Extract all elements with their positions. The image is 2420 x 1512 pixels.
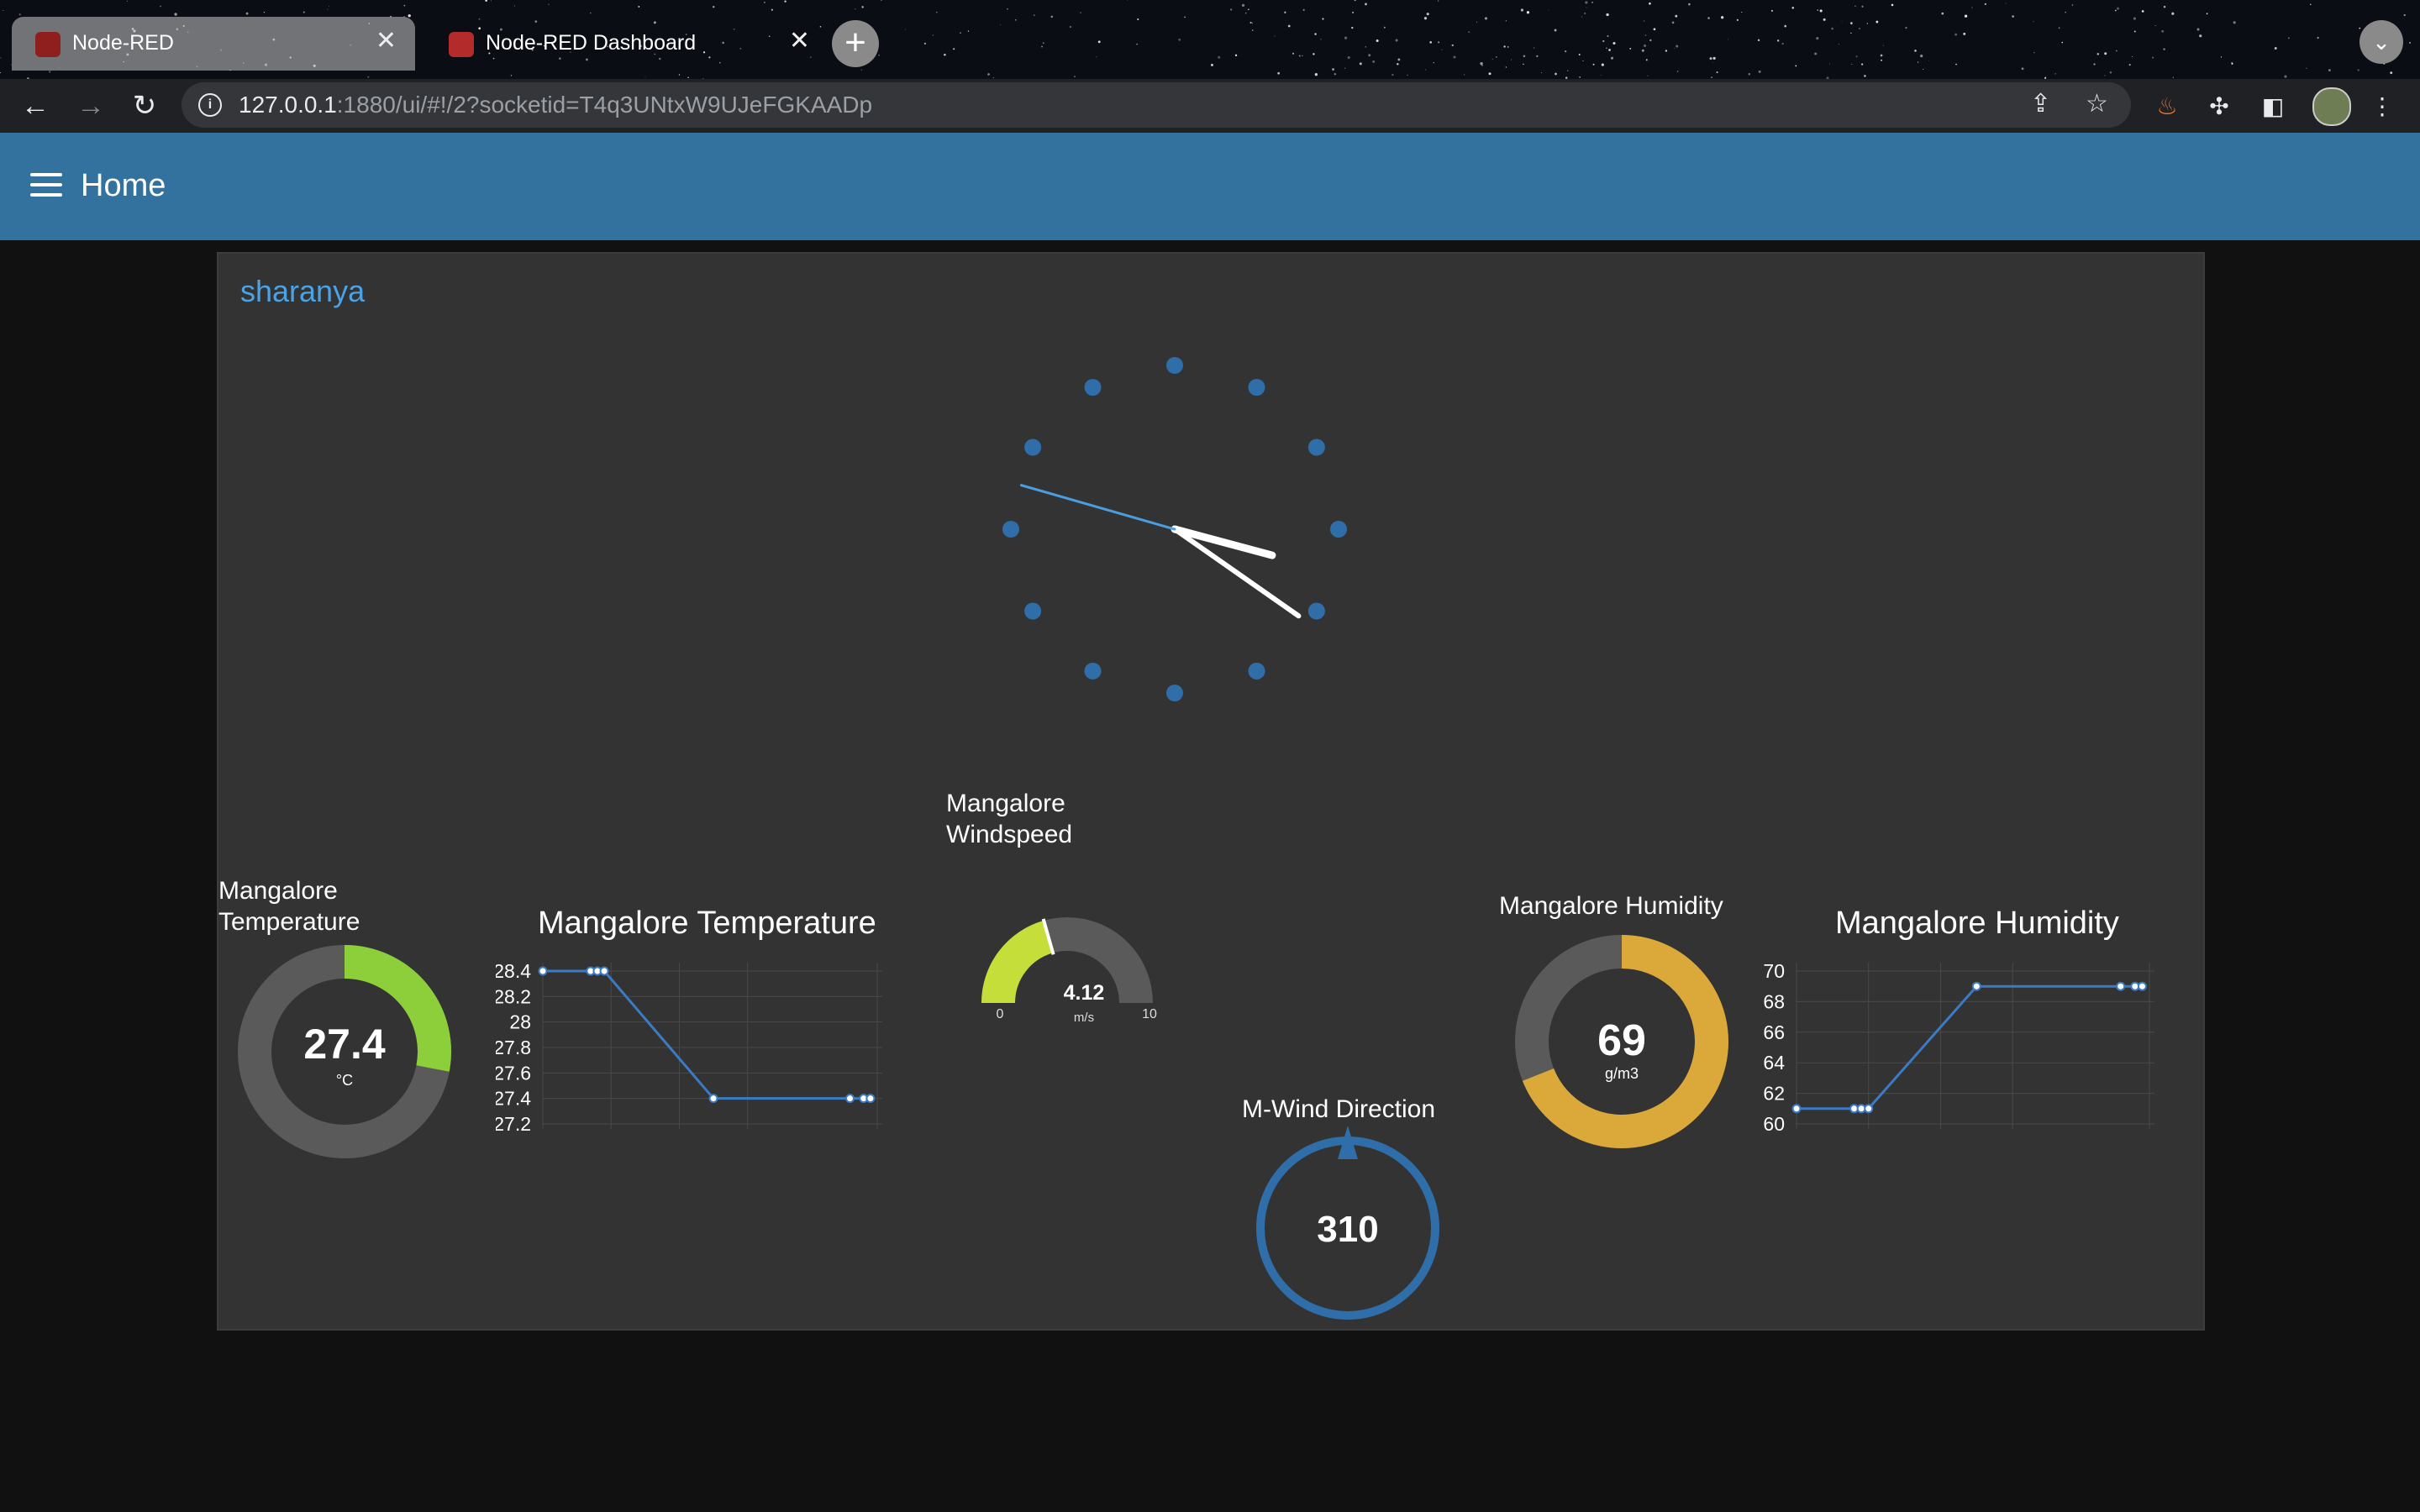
temperature-chart-title: Mangalore Temperature <box>538 906 876 941</box>
temperature-value: 27.4 <box>303 1021 386 1068</box>
clock-hour-dot <box>1307 602 1325 620</box>
y-tick-label: 27.2 <box>496 1113 531 1135</box>
clock-hour-dot <box>1002 521 1019 538</box>
node-red-favicon-icon <box>35 32 60 57</box>
close-tab-icon[interactable]: ✕ <box>789 29 810 54</box>
windspeed-label: Mangalore Windspeed <box>946 790 1073 848</box>
windspeed-unit: m/s <box>1074 1011 1094 1025</box>
new-tab-button[interactable]: + <box>832 20 879 67</box>
group-title: sharanya <box>240 274 366 308</box>
profile-avatar[interactable] <box>2312 87 2351 126</box>
browser-tab-node-red[interactable]: Node-RED ✕ <box>12 17 415 71</box>
y-tick-label: 66 <box>1763 1021 1785 1043</box>
back-arrow-icon[interactable]: ← <box>17 87 54 124</box>
temperature-line-chart: 28.428.22827.827.627.427.213:3213:4213:5… <box>496 960 882 1135</box>
node-red-favicon-icon <box>449 32 474 57</box>
y-tick-label: 27.8 <box>496 1037 531 1058</box>
clock-hour-dot <box>1248 662 1265 680</box>
url-text: 127.0.0.1:1880/ui/#!/2?socketid=T4q3UNtx… <box>239 92 873 118</box>
wind-direction-compass: 310 <box>1256 1126 1439 1320</box>
humidity-line-chart: 70686664626013:3213:4213:5214:0214:21 <box>1763 960 2154 1135</box>
analog-clock <box>1002 357 1347 701</box>
clock-hour-dot <box>1307 438 1325 456</box>
tab-title: Node-RED Dashboard <box>486 31 697 55</box>
windspeed-gauge: 4.12 m/s 0 10 <box>981 917 1157 1025</box>
bookmark-star-icon[interactable]: ☆ <box>2086 89 2108 118</box>
clock-hour-dot <box>1248 379 1265 396</box>
windspeed-gauge-fill <box>981 920 1054 1004</box>
browser-menu-icon[interactable]: ⋮ <box>2368 92 2396 121</box>
side-panel-icon[interactable]: ◧ <box>2259 92 2287 121</box>
data-point <box>2116 981 2126 991</box>
address-bar[interactable]: i 127.0.0.1:1880/ui/#!/2?socketid=T4q3UN… <box>182 82 2131 128</box>
data-point <box>1864 1104 1874 1114</box>
clock-hour-dot <box>1084 662 1102 680</box>
humidity-unit: g/m3 <box>1605 1065 1639 1082</box>
page-title: Home <box>81 168 166 203</box>
data-point <box>708 1094 718 1104</box>
close-tab-icon[interactable]: ✕ <box>376 29 397 54</box>
humidity-chart-title: Mangalore Humidity <box>1835 906 2119 941</box>
extensions-puzzle-icon[interactable]: ✣ <box>2205 92 2233 121</box>
windspeed-max: 10 <box>1142 1007 1157 1021</box>
y-tick-label: 27.4 <box>496 1088 531 1110</box>
data-point <box>538 966 548 976</box>
forward-arrow-icon[interactable]: → <box>72 87 109 124</box>
browser-tab-strip: Node-RED ✕ Node-RED Dashboard ✕ + ⌄ <box>0 0 2420 79</box>
y-tick-label: 60 <box>1763 1113 1785 1135</box>
y-tick-label: 28.4 <box>496 960 531 982</box>
dashboard-header: Home <box>0 133 2420 240</box>
data-point <box>599 966 609 976</box>
y-tick-label: 28 <box>509 1011 531 1033</box>
y-tick-label: 68 <box>1763 990 1785 1012</box>
y-tick-label: 64 <box>1763 1052 1785 1074</box>
data-point <box>865 1094 876 1104</box>
extension-flame-icon[interactable]: ♨ <box>2153 92 2181 121</box>
humidity-donut-label: Mangalore Humidity <box>1499 892 1723 920</box>
clock-hour-dot <box>1024 438 1042 456</box>
clock-second-hand <box>1019 484 1176 531</box>
humidity-donut-gauge: 69 g/m3 <box>1515 935 1728 1148</box>
clock-hour-dot <box>1084 379 1102 396</box>
reload-icon[interactable]: ↻ <box>126 87 163 124</box>
temperature-donut-label: Mangalore Temperature <box>218 877 360 936</box>
dashboard-group-panel: sharanya Mangalore Temperature 27.4 °C Ma… <box>217 252 2205 1331</box>
y-tick-label: 62 <box>1763 1083 1785 1105</box>
data-point <box>845 1094 855 1104</box>
browser-tab-dashboard[interactable]: Node-RED Dashboard ✕ <box>425 17 829 71</box>
share-icon[interactable]: ⇪ <box>2030 89 2051 118</box>
browser-toolbar: ← → ↻ i 127.0.0.1:1880/ui/#!/2?socketid=… <box>0 79 2420 133</box>
temperature-donut-gauge: 27.4 °C <box>238 945 451 1158</box>
wind-direction-label: M-Wind Direction <box>1242 1095 1436 1123</box>
tab-title: Node-RED <box>72 31 174 55</box>
wind-direction-value: 310 <box>1317 1209 1378 1250</box>
series-line <box>543 969 871 1100</box>
y-tick-label: 27.6 <box>496 1062 531 1084</box>
data-point <box>1791 1104 1802 1114</box>
clock-hour-dot <box>1024 602 1042 620</box>
data-point <box>1971 981 1981 991</box>
data-point <box>2137 981 2147 991</box>
temperature-unit: °C <box>336 1072 353 1089</box>
site-info-icon[interactable]: i <box>198 93 222 117</box>
clock-hour-dot <box>1166 685 1183 701</box>
series-line <box>1797 984 2143 1110</box>
clock-hour-dot <box>1330 521 1347 538</box>
tab-search-chevron-icon[interactable]: ⌄ <box>2360 20 2403 64</box>
y-tick-label: 70 <box>1763 960 1785 982</box>
windspeed-min: 0 <box>997 1007 1004 1021</box>
clock-hour-dot <box>1166 357 1183 374</box>
windspeed-value: 4.12 <box>1064 981 1105 1005</box>
hamburger-menu-icon[interactable] <box>30 173 62 198</box>
y-tick-label: 28.2 <box>496 985 531 1007</box>
humidity-value: 69 <box>1597 1016 1646 1065</box>
